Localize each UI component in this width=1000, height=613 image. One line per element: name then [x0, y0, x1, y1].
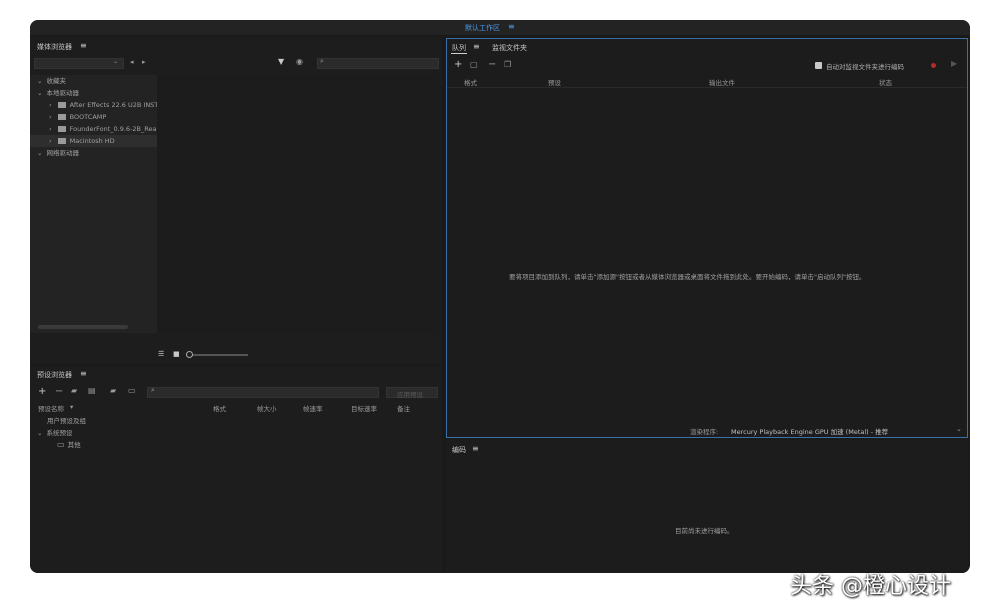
horizontal-scrollbar[interactable] — [38, 325, 128, 329]
media-encoder-window: 默认工作区 ≡ 媒体浏览器 ≡ ⌄ ◂ ▸ ▼ ◉ ⌕ ⌄ 收藏夹 ⌄ 本地驱动器 … — [30, 20, 970, 573]
tree-item-local-drives[interactable]: ⌄ 本地驱动器 — [30, 87, 157, 99]
chevron-down-icon[interactable]: ⌄ — [37, 77, 42, 85]
icon-view-icon[interactable]: ■ — [173, 350, 180, 358]
encoding-title[interactable]: 编码 — [452, 445, 466, 455]
export-icon[interactable]: ▭ — [128, 386, 136, 395]
preset-row-user-presets[interactable]: 用户预设及组 — [30, 415, 442, 427]
duplicate-icon[interactable]: ❐ — [504, 60, 511, 69]
preset-row-system-presets[interactable]: ⌄ 系统预设 — [30, 427, 442, 439]
search-icon: ⌕ — [320, 57, 324, 65]
tree-item-favorites[interactable]: ⌄ 收藏夹 — [30, 75, 157, 87]
preset-search-input[interactable] — [147, 387, 379, 398]
preset-browser-menu-icon[interactable]: ≡ — [80, 369, 87, 378]
column-target-rate[interactable]: 目标速率 — [351, 403, 377, 413]
tab-watch-folders[interactable]: 监视文件夹 — [492, 43, 527, 53]
preset-browser-title[interactable]: 预设浏览器 — [37, 370, 72, 380]
tree-item-network-drives[interactable]: ⌄ 网络驱动器 — [30, 147, 157, 159]
chevron-right-icon[interactable]: › — [49, 125, 52, 133]
renderer-bar: 渲染程序: Mercury Playback Engine GPU 加速 (Me… — [447, 424, 967, 437]
workspace-menu-icon[interactable]: ≡ — [508, 22, 515, 31]
zoom-slider-track[interactable] — [190, 354, 248, 356]
auto-encode-label: 自动对监视文件夹进行编码 — [826, 63, 904, 71]
renderer-select[interactable]: Mercury Playback Engine GPU 加速 (Metal) -… — [731, 426, 888, 436]
queue-empty-message: 要将项目添加到队列，请单击"添加源"按钮或者从媒体浏览器或桌面将文件拖到此处。要… — [509, 273, 866, 281]
stop-queue-icon[interactable] — [931, 63, 936, 68]
chevron-down-icon[interactable]: ⌄ — [37, 429, 42, 437]
add-icon[interactable]: + — [38, 386, 46, 397]
divider — [447, 87, 967, 88]
remove-icon[interactable]: − — [55, 386, 63, 397]
list-view-icon[interactable]: ☰ — [158, 350, 164, 358]
drive-icon — [57, 126, 66, 132]
location-dropdown[interactable] — [34, 58, 124, 69]
column-output-file[interactable]: 输出文件 — [709, 77, 735, 87]
chevron-right-icon[interactable]: › — [49, 101, 52, 109]
search-icon: ⌕ — [151, 386, 155, 394]
queue-menu-icon[interactable]: ≡ — [473, 42, 480, 51]
renderer-label: 渲染程序: — [690, 428, 719, 436]
active-tab-indicator — [451, 53, 467, 54]
tree-item-drive[interactable]: › FounderFont_0.9.6-2B_Rea — [30, 123, 157, 135]
encoding-menu-icon[interactable]: ≡ — [472, 444, 479, 453]
remove-icon[interactable]: − — [488, 59, 496, 70]
chevron-down-icon[interactable]: ⌄ — [956, 425, 962, 433]
column-status[interactable]: 状态 — [879, 77, 892, 87]
column-format[interactable]: 格式 — [213, 403, 226, 413]
drive-icon — [57, 138, 66, 144]
tab-queue[interactable]: 队列 — [452, 43, 466, 53]
media-search-input[interactable] — [317, 58, 439, 69]
tree-item-drive[interactable]: › After Effects 22.6 U2B INST — [30, 99, 157, 111]
tree-item-drive[interactable]: › Macintosh HD — [30, 135, 157, 147]
preset-row-other[interactable]: ▭ 其他 — [30, 439, 442, 451]
import-icon[interactable]: ▰ — [110, 386, 116, 395]
column-format[interactable]: 格式 — [464, 77, 477, 87]
chevron-right-icon[interactable]: › — [49, 137, 52, 145]
new-group-icon[interactable]: ▰ — [71, 386, 77, 395]
drive-icon — [57, 102, 66, 108]
chevron-down-icon[interactable]: ⌄ — [113, 58, 118, 65]
settings-icon[interactable]: ▢ — [470, 60, 478, 69]
media-browser-panel: 媒体浏览器 ≡ ⌄ ◂ ▸ ▼ ◉ ⌕ ⌄ 收藏夹 ⌄ 本地驱动器 › After E… — [30, 37, 442, 364]
column-notes[interactable]: 备注 — [397, 403, 410, 413]
column-preset-name[interactable]: 预设名称 — [38, 403, 64, 413]
column-frame-rate[interactable]: 帧速率 — [303, 403, 323, 413]
workspace-tab[interactable]: 默认工作区 — [465, 23, 500, 33]
filter-icon[interactable]: ▼ — [278, 57, 284, 66]
column-preset[interactable]: 预设 — [548, 77, 561, 87]
drive-icon — [57, 114, 66, 120]
workspace-bar: 默认工作区 ≡ — [30, 20, 970, 35]
settings-icon[interactable]: ▤ — [88, 386, 96, 395]
watermark: 头条 @橙心设计 — [790, 574, 951, 599]
encoding-empty-message: 目前尚未进行编码。 — [675, 527, 734, 535]
add-source-icon[interactable]: + — [454, 59, 462, 70]
zoom-slider-knob[interactable] — [186, 351, 193, 358]
media-browser-title[interactable]: 媒体浏览器 — [37, 42, 72, 52]
media-tree: ⌄ 收藏夹 ⌄ 本地驱动器 › After Effects 22.6 U2B INST… — [30, 75, 157, 333]
chevron-right-icon[interactable]: › — [49, 113, 52, 121]
sort-icon[interactable]: ▾ — [70, 403, 73, 411]
preset-browser-panel: 预设浏览器 ≡ + − ▰ ▤ ▰ ▭ ⌕ 应用预设 预设名称 ▾ 格式 帧大小… — [30, 366, 442, 573]
media-browser-menu-icon[interactable]: ≡ — [80, 41, 87, 50]
column-frame-size[interactable]: 帧大小 — [257, 403, 277, 413]
queue-panel: 队列 ≡ 监视文件夹 + ▢ − ❐ 自动对监视文件夹进行编码 ▶ 格式 预设 … — [446, 38, 968, 438]
chevron-down-icon[interactable]: ⌄ — [37, 89, 42, 97]
back-arrow-icon[interactable]: ◂ — [130, 58, 134, 66]
encoding-panel: 编码 ≡ 目前尚未进行编码。 — [446, 440, 968, 573]
tree-item-drive[interactable]: › BOOTCAMP — [30, 111, 157, 123]
media-content-area — [157, 75, 439, 333]
forward-arrow-icon[interactable]: ▸ — [142, 58, 146, 66]
eye-icon[interactable]: ◉ — [296, 57, 303, 66]
start-queue-icon[interactable]: ▶ — [951, 59, 957, 68]
monitor-icon: ▭ — [57, 440, 65, 449]
auto-encode-checkbox[interactable] — [815, 62, 822, 69]
apply-preset-button[interactable]: 应用预设 — [386, 387, 438, 399]
chevron-down-icon[interactable]: ⌄ — [37, 149, 42, 157]
